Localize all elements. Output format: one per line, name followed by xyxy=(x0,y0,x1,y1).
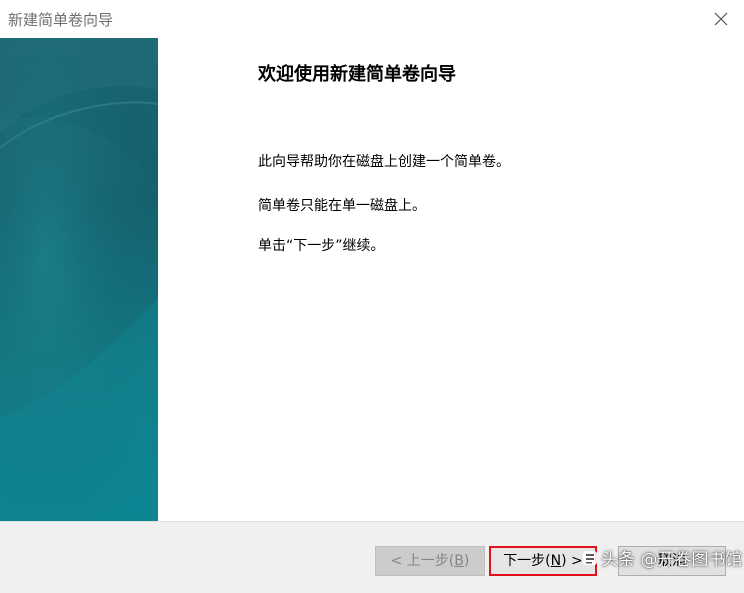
next-button-label: 下一步( xyxy=(503,553,551,569)
intro-paragraph: 此向导帮助你在磁盘上创建一个简单卷。 xyxy=(258,154,510,170)
watermark: 头条 @开卷图书馆 xyxy=(582,545,742,581)
wizard-banner-image xyxy=(0,38,158,521)
watermark-logo-icon xyxy=(583,550,597,565)
continue-paragraph: 单击“下一步”继续。 xyxy=(258,238,385,254)
wizard-content: 欢迎使用新建简单卷向导 此向导帮助你在磁盘上创建一个简单卷。 简单卷只能在单一磁… xyxy=(158,38,744,521)
back-button-accesskey: B xyxy=(454,553,464,569)
back-button-label: < 上一步( xyxy=(390,553,455,569)
next-button-suffix: ) > xyxy=(561,553,583,569)
title-bar: 新建简单卷向导 xyxy=(0,0,744,38)
back-button-suffix: ) xyxy=(463,553,470,569)
wizard-heading: 欢迎使用新建简单卷向导 xyxy=(258,64,456,85)
close-icon xyxy=(714,12,728,26)
watermark-text: 头条 @开卷图书馆 xyxy=(601,550,743,570)
close-button[interactable] xyxy=(698,0,744,38)
wizard-window: 新建简单卷向导 欢迎使用新建简单卷向导 此向导帮助你在磁盘上创建一个简单卷。 简… xyxy=(0,0,744,593)
info-paragraph: 简单卷只能在单一磁盘上。 xyxy=(258,198,426,214)
next-button[interactable]: 下一步(N) > xyxy=(489,546,597,576)
window-title: 新建简单卷向导 xyxy=(8,11,114,29)
next-button-accesskey: N xyxy=(550,553,562,569)
back-button[interactable]: < 上一步(B) xyxy=(375,546,485,576)
